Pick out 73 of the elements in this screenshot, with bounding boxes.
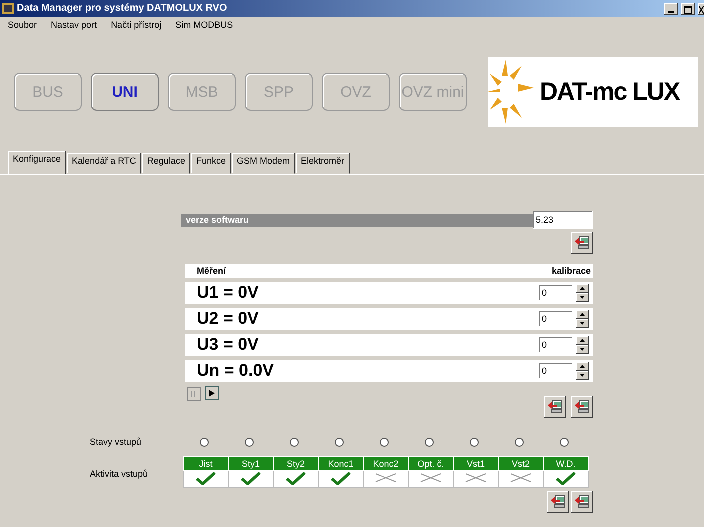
column-header: W.D.	[544, 456, 588, 470]
calibration-field[interactable]: 0	[539, 285, 573, 301]
voltage-reading: U1 = 0V	[197, 283, 259, 303]
close-button[interactable]	[698, 2, 704, 14]
minimize-icon	[668, 10, 674, 14]
play-icon	[209, 390, 215, 396]
close-icon	[699, 6, 704, 14]
menu-item[interactable]: Soubor	[8, 20, 38, 36]
voltage-reading: U3 = 0V	[197, 335, 259, 355]
caret-down-icon	[580, 322, 585, 325]
tab[interactable]: Funkce	[191, 153, 231, 174]
null[interactable]	[571, 491, 593, 513]
play-button[interactable]	[205, 386, 219, 400]
tab[interactable]: Regulace	[142, 153, 190, 174]
arrow-computer-icon	[574, 235, 590, 251]
arrow-computer-icon	[550, 494, 566, 510]
spin-down-button[interactable]	[576, 345, 589, 354]
spin-down-button[interactable]	[576, 319, 589, 328]
column-header: Sty2	[274, 456, 318, 470]
null[interactable]	[571, 396, 593, 418]
column-header: Vst1	[454, 456, 498, 470]
spin-up-button[interactable]	[576, 336, 589, 345]
app-icon	[2, 3, 14, 14]
column-header: kalibrace	[552, 266, 591, 276]
voltage-reading: Un = 0.0V	[197, 361, 274, 381]
arrow-computer-icon	[547, 399, 563, 415]
window-title: Data Manager pro systémy DATMOLUX RVO	[17, 3, 228, 14]
minimize-button[interactable]	[664, 2, 678, 14]
null[interactable]	[544, 396, 566, 418]
spin-down-button[interactable]	[576, 371, 589, 380]
sun-icon	[488, 60, 534, 124]
menu-item[interactable]: Sim MODBUS	[176, 20, 234, 36]
column-header: Sty1	[228, 456, 274, 470]
column-header: Jist	[184, 456, 228, 470]
spin-up-button[interactable]	[576, 310, 589, 319]
tab[interactable]: Elektroměr	[296, 153, 350, 174]
null[interactable]	[547, 491, 569, 513]
software-version-label: verze softwaru	[181, 214, 533, 226]
caret-down-icon	[580, 296, 585, 299]
column-header: Konc2	[364, 456, 408, 470]
caret-up-icon	[580, 287, 585, 290]
row-label: Stavy vstupů	[90, 437, 142, 447]
menu-item[interactable]: Načti přístroj	[111, 20, 162, 36]
pause-icon	[191, 390, 197, 396]
spin-up-button[interactable]	[576, 362, 589, 371]
row-label: Aktivita vstupů	[90, 469, 148, 479]
menu-item[interactable]: Nastav port	[51, 20, 98, 36]
software-version-field[interactable]: 5.23	[533, 211, 593, 229]
column-header: Opt. č.	[408, 456, 454, 470]
tab[interactable]: Konfigurace	[8, 151, 66, 174]
caret-up-icon	[580, 313, 585, 316]
maximize-icon	[684, 6, 692, 14]
tab[interactable]: Kalendář a RTC	[67, 153, 142, 174]
caret-down-icon	[580, 374, 585, 377]
null[interactable]	[571, 232, 593, 254]
arrow-computer-icon	[574, 399, 590, 415]
column-header: Konc1	[318, 456, 364, 470]
logo: DAT-mc LUX	[488, 57, 698, 127]
calibration-field[interactable]: 0	[539, 363, 573, 379]
column-header: Měření	[197, 266, 226, 276]
device-button[interactable]: UNI	[91, 73, 159, 111]
calibration-field[interactable]: 0	[539, 337, 573, 353]
caret-up-icon	[580, 339, 585, 342]
tab[interactable]: GSM Modem	[232, 153, 295, 174]
caret-up-icon	[580, 365, 585, 368]
spin-down-button[interactable]	[576, 293, 589, 302]
voltage-reading: U2 = 0V	[197, 309, 259, 329]
column-header: Vst2	[498, 456, 544, 470]
spin-up-button[interactable]	[576, 284, 589, 293]
maximize-button[interactable]	[681, 2, 695, 14]
arrow-computer-icon	[574, 494, 590, 510]
calibration-field[interactable]: 0	[539, 311, 573, 327]
caret-down-icon	[580, 348, 585, 351]
